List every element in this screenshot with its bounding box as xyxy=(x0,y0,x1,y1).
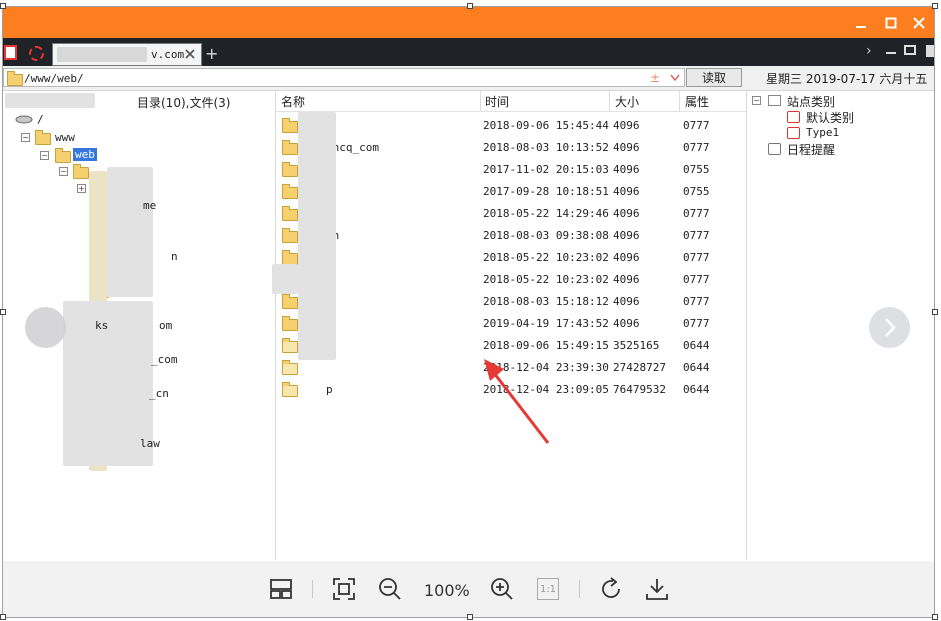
resize-handle[interactable] xyxy=(0,3,6,9)
resize-handle[interactable] xyxy=(0,309,6,315)
resize-handle[interactable] xyxy=(467,614,473,620)
image-frame xyxy=(2,6,935,618)
resize-handle[interactable] xyxy=(932,3,938,9)
resize-handle[interactable] xyxy=(932,614,938,620)
resize-handle[interactable] xyxy=(467,3,473,9)
resize-handle[interactable] xyxy=(0,614,6,620)
resize-handle[interactable] xyxy=(932,309,938,315)
